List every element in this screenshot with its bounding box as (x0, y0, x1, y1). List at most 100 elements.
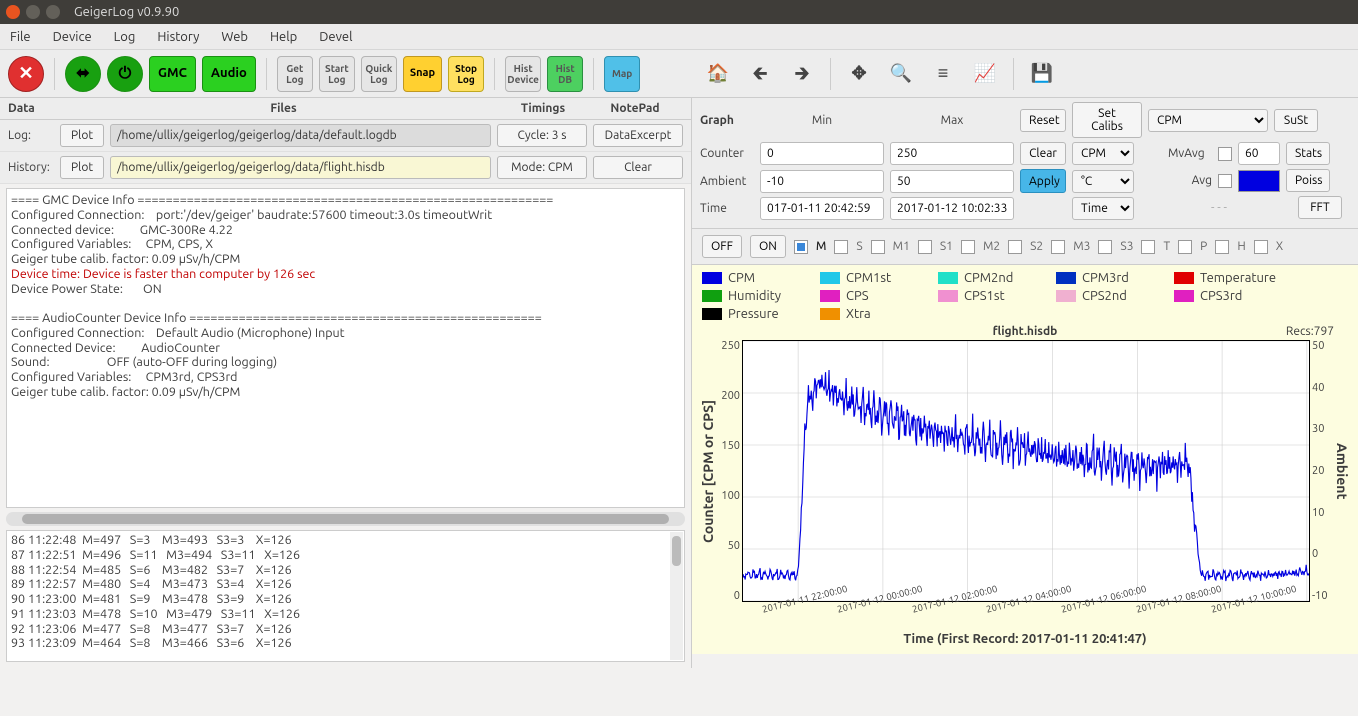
check-x[interactable] (1254, 240, 1268, 254)
right-pane: Graph Min Max Reset Set Calibs CPM SuSt … (692, 98, 1358, 668)
sliders-icon[interactable]: ≡ (925, 56, 961, 92)
log-path-field[interactable]: /home/ullix/geigerlog/geigerlog/data/def… (110, 124, 491, 147)
ambient-label: Ambient (700, 175, 754, 188)
menu-log[interactable]: Log (114, 30, 136, 44)
fft-button[interactable]: FFT (1298, 196, 1342, 219)
chart-icon[interactable]: 📈 (967, 56, 1003, 92)
back-icon[interactable]: 🡰 (742, 56, 778, 92)
log-label: Log: (8, 129, 54, 142)
close-icon: ✕ (18, 64, 33, 84)
reset-button[interactable]: Reset (1020, 109, 1066, 132)
time-to-input[interactable] (890, 197, 1014, 220)
avg-label: Avg (1168, 174, 1212, 187)
counter-max-input[interactable] (890, 142, 1014, 165)
save-icon[interactable]: 💾 (1024, 56, 1060, 92)
avg-checkbox[interactable] (1218, 174, 1232, 188)
ylabel-right: Ambient (1332, 340, 1350, 602)
time-select[interactable]: Time (1072, 197, 1134, 220)
snap-button[interactable]: Snap (403, 56, 442, 92)
menu-history[interactable]: History (157, 30, 199, 44)
poiss-button[interactable]: Poiss (1286, 169, 1330, 192)
ambient-unit-select[interactable]: °C (1072, 170, 1134, 193)
toolbar-left: ✕ ⬌ ⏻ GMC Audio Get Log Start Log Quick … (0, 50, 692, 98)
device-info-console[interactable]: ==== GMC Device Info ===================… (6, 188, 685, 508)
window-maximize-icon[interactable] (46, 5, 60, 19)
time-label: Time (700, 202, 754, 215)
apply-button[interactable]: Apply (1020, 169, 1066, 193)
window-minimize-icon[interactable] (26, 5, 40, 19)
stats-button[interactable]: Stats (1286, 142, 1330, 165)
check-s2[interactable] (1008, 240, 1022, 254)
clear-graph-button[interactable]: Clear (1020, 142, 1066, 165)
gmc-button[interactable]: GMC (149, 56, 196, 92)
cycle-button[interactable]: Cycle: 3 s (497, 124, 587, 147)
top-unit-select[interactable]: CPM (1148, 109, 1268, 132)
menu-device[interactable]: Device (53, 30, 92, 44)
counter-min-input[interactable] (760, 142, 884, 165)
files-header: Files (68, 102, 499, 115)
mvavg-input[interactable] (1238, 142, 1280, 165)
counter-unit-select[interactable]: CPM (1072, 142, 1134, 165)
history-plot-button[interactable]: Plot (60, 156, 104, 179)
forward-icon[interactable]: 🡲 (784, 56, 820, 92)
history-path-field[interactable]: /home/ullix/geigerlog/geigerlog/data/fli… (110, 156, 491, 179)
hist-db-button[interactable]: Hist DB (547, 56, 583, 92)
quick-log-button[interactable]: Quick Log (361, 56, 397, 92)
menu-web[interactable]: Web (221, 30, 248, 44)
menu-help[interactable]: Help (270, 30, 297, 44)
time-from-input[interactable] (760, 197, 884, 220)
log-tail-console[interactable]: 86 11:22:48 M=497 S=3 M3=493 S3=3 X=126 … (6, 530, 685, 662)
counter-label: Counter (700, 147, 754, 160)
off-button[interactable]: OFF (702, 235, 742, 258)
start-log-button[interactable]: Start Log (319, 56, 355, 92)
plug-button[interactable]: ⬌ (65, 56, 101, 92)
check-m1[interactable] (871, 240, 885, 254)
avg-color-swatch[interactable] (1238, 170, 1280, 192)
legend-item: CPM (702, 271, 806, 285)
window-close-icon[interactable] (6, 5, 20, 19)
mode-button[interactable]: Mode: CPM (497, 156, 587, 179)
log-plot-button[interactable]: Plot (60, 124, 104, 147)
stop-log-button[interactable]: Stop Log (448, 56, 484, 92)
menu-file[interactable]: File (10, 30, 31, 44)
check-h[interactable] (1215, 240, 1229, 254)
dataexcerpt-button[interactable]: DataExcerpt (593, 124, 683, 147)
check-m[interactable] (794, 240, 808, 254)
audio-button[interactable]: Audio (202, 56, 256, 92)
check-m3[interactable] (1051, 240, 1065, 254)
get-log-button[interactable]: Get Log (277, 56, 313, 92)
xticks: 2017-01-11 22:00:002017-01-12 00:00:0020… (700, 602, 1350, 630)
close-button[interactable]: ✕ (8, 56, 44, 92)
check-t[interactable] (1141, 240, 1155, 254)
data-header: Data (8, 102, 68, 115)
sust-button[interactable]: SuSt (1274, 109, 1318, 132)
check-s[interactable] (834, 240, 848, 254)
yticks-right: -1001020304050 (1310, 340, 1332, 602)
hist-device-button[interactable]: Hist Device (505, 56, 541, 92)
set-calibs-button[interactable]: Set Calibs (1072, 102, 1142, 138)
check-p[interactable] (1178, 240, 1192, 254)
ambient-max-input[interactable] (890, 170, 1014, 193)
plug-icon: ⬌ (76, 65, 89, 83)
legend-item: CPS1st (938, 289, 1042, 303)
move-icon[interactable]: ✥ (841, 56, 877, 92)
ambient-min-input[interactable] (760, 170, 884, 193)
console-vscroll[interactable] (670, 532, 683, 660)
notepad-header: NotePad (587, 102, 683, 115)
on-button[interactable]: ON (750, 235, 786, 258)
legend-item: Pressure (702, 307, 806, 321)
max-header: Max (890, 114, 1014, 127)
menu-devel[interactable]: Devel (319, 30, 352, 44)
mvavg-checkbox[interactable] (1218, 147, 1232, 161)
map-button[interactable]: Map (604, 56, 640, 92)
power-button[interactable]: ⏻ (107, 56, 143, 92)
check-m2[interactable] (961, 240, 975, 254)
legend-item: CPS2nd (1056, 289, 1160, 303)
home-icon[interactable]: 🏠 (700, 56, 736, 92)
plot-canvas[interactable] (742, 340, 1310, 602)
clear-button[interactable]: Clear (593, 156, 683, 179)
check-s1[interactable] (918, 240, 932, 254)
console-hscroll[interactable] (6, 512, 685, 526)
check-s3[interactable] (1098, 240, 1112, 254)
zoom-icon[interactable]: 🔍 (883, 56, 919, 92)
